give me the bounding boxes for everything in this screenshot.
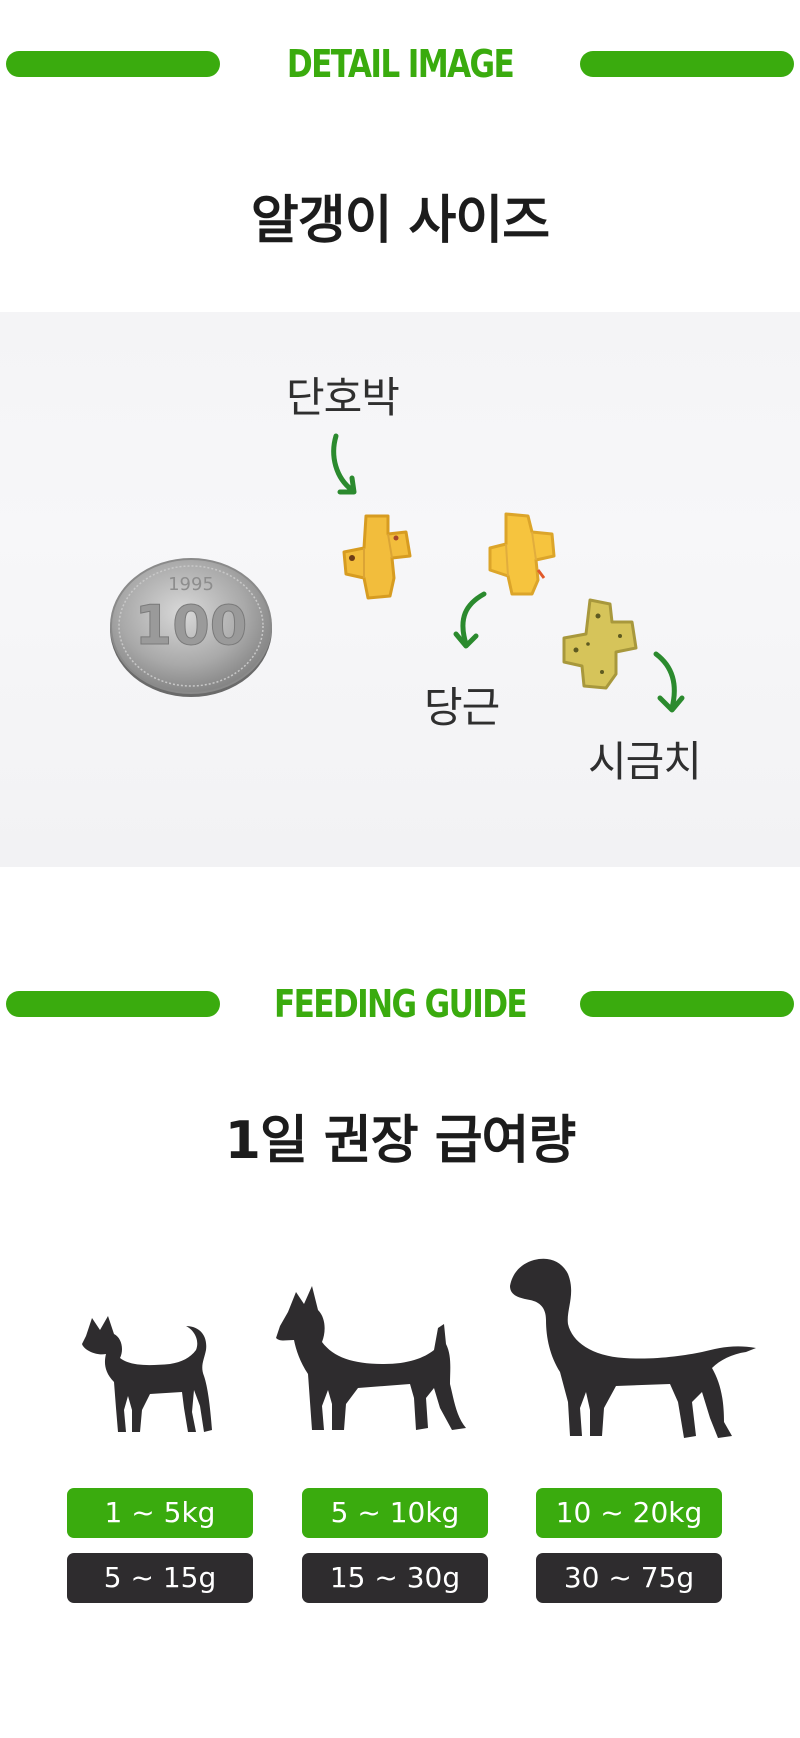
carrot-arrow-icon <box>453 591 487 649</box>
product-size-photo: 1995 100 단호박 당근 시금치 <box>0 312 800 867</box>
feeding-section-label: FEEDING GUIDE <box>273 982 528 1026</box>
pumpkin-chunk-image <box>342 514 412 600</box>
detail-title: 알갱이 사이즈 <box>250 191 550 251</box>
amount-range-large: 30 ~ 75g <box>536 1553 722 1603</box>
header-bar-left <box>6 51 220 77</box>
coin-year-text: 1995 <box>168 574 214 595</box>
pumpkin-label: 단호박 <box>286 373 400 422</box>
feeding-section-header: FEEDING GUIDE <box>0 974 800 1034</box>
feeding-title: 1일 권장 급여량 <box>224 1111 576 1171</box>
coin-image: 1995 100 <box>110 558 272 697</box>
spinach-chunk-image <box>562 598 638 690</box>
amount-range-small: 5 ~ 15g <box>67 1553 253 1603</box>
header-bar-right <box>580 51 794 77</box>
medium-dog-icon <box>276 1286 466 1430</box>
weight-range-small: 1 ~ 5kg <box>67 1488 253 1538</box>
pumpkin-arrow-icon <box>331 433 357 495</box>
weight-range-medium: 5 ~ 10kg <box>302 1488 488 1538</box>
spinach-label: 시금치 <box>588 737 702 786</box>
spinach-arrow-icon <box>653 651 685 713</box>
carrot-label: 당근 <box>424 683 500 732</box>
small-dog-icon <box>82 1316 212 1432</box>
weight-range-large: 10 ~ 20kg <box>536 1488 722 1538</box>
header-bar-right <box>580 991 794 1017</box>
header-bar-left <box>6 991 220 1017</box>
amount-range-medium: 15 ~ 30g <box>302 1553 488 1603</box>
detail-section-label: DETAIL IMAGE <box>286 42 515 86</box>
detail-section-header: DETAIL IMAGE <box>0 34 800 94</box>
coin-value-text: 100 <box>135 594 248 657</box>
large-dog-icon <box>510 1258 756 1438</box>
